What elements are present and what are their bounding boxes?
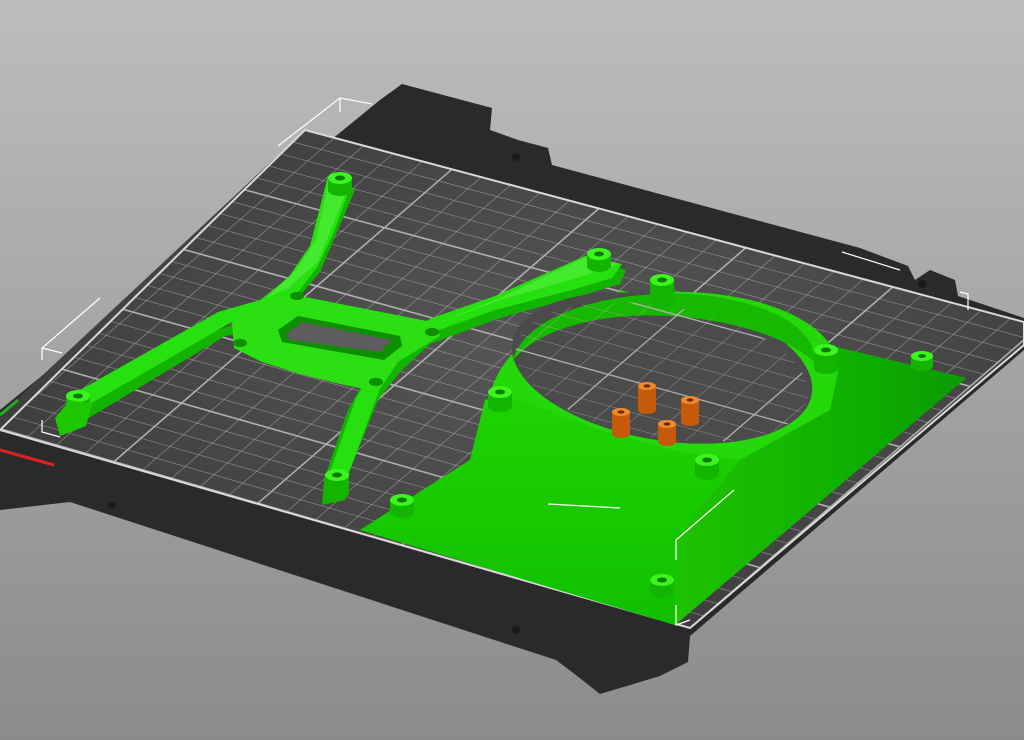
bracket-hole [233,339,247,347]
spacer-4[interactable] [658,420,676,446]
scene-canvas[interactable] [0,0,1024,740]
bracket-hole [369,378,383,386]
bracket-hole [425,328,439,336]
spacer-2[interactable] [681,396,699,426]
3d-viewport[interactable] [0,0,1024,740]
spacer-3[interactable] [612,408,630,438]
bed-screw-hole [512,153,520,161]
bracket-hole [290,292,304,300]
bed-screw-hole [512,626,520,634]
bed-screw-hole [108,501,116,509]
bed-screw-hole [918,280,926,288]
spacer-1[interactable] [638,382,656,414]
